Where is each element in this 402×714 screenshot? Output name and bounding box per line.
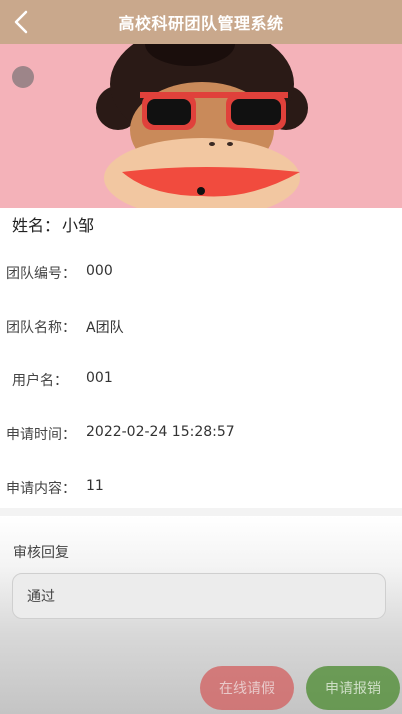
info-label: 申请时间： bbox=[6, 427, 76, 443]
leave-request-button[interactable]: 在线请假 bbox=[200, 666, 294, 710]
info-value: 001 bbox=[86, 370, 113, 386]
info-label: 申请内容： bbox=[6, 481, 76, 497]
reimbursement-button[interactable]: 申请报销 bbox=[306, 666, 400, 710]
info-label: 用户名： bbox=[12, 373, 68, 389]
info-team-id: 团队编号： 000 bbox=[6, 263, 113, 283]
info-value: A团队 bbox=[86, 320, 124, 336]
info-team-name: 团队名称： A团队 bbox=[6, 317, 124, 337]
info-value: 11 bbox=[86, 478, 104, 494]
name-label: 姓名： bbox=[12, 216, 61, 235]
info-label: 团队编号： bbox=[6, 266, 76, 282]
back-button[interactable] bbox=[8, 6, 36, 38]
info-apply-time: 申请时间： 2022-02-24 15:28:57 bbox=[6, 424, 235, 444]
app-header: 高校科研团队管理系统 bbox=[0, 0, 402, 44]
name-value: 小邹 bbox=[62, 216, 95, 235]
info-apply-content: 申请内容： 11 bbox=[6, 478, 104, 498]
page-title: 高校科研团队管理系统 bbox=[118, 14, 284, 33]
profile-banner-image bbox=[0, 44, 402, 208]
review-reply-field[interactable]: 通过 bbox=[12, 573, 386, 619]
info-label: 团队名称： bbox=[6, 320, 76, 336]
review-label: 审核回复 bbox=[13, 545, 69, 561]
chevron-left-icon bbox=[14, 10, 28, 34]
info-username: 用户名： 001 bbox=[12, 370, 113, 390]
name-row: 姓名： 小邹 bbox=[12, 212, 96, 236]
monkey-illustration bbox=[0, 44, 402, 208]
info-value: 000 bbox=[86, 263, 113, 279]
section-divider bbox=[0, 508, 402, 516]
info-value: 2022-02-24 15:28:57 bbox=[86, 424, 235, 440]
decorative-dot bbox=[12, 66, 34, 88]
